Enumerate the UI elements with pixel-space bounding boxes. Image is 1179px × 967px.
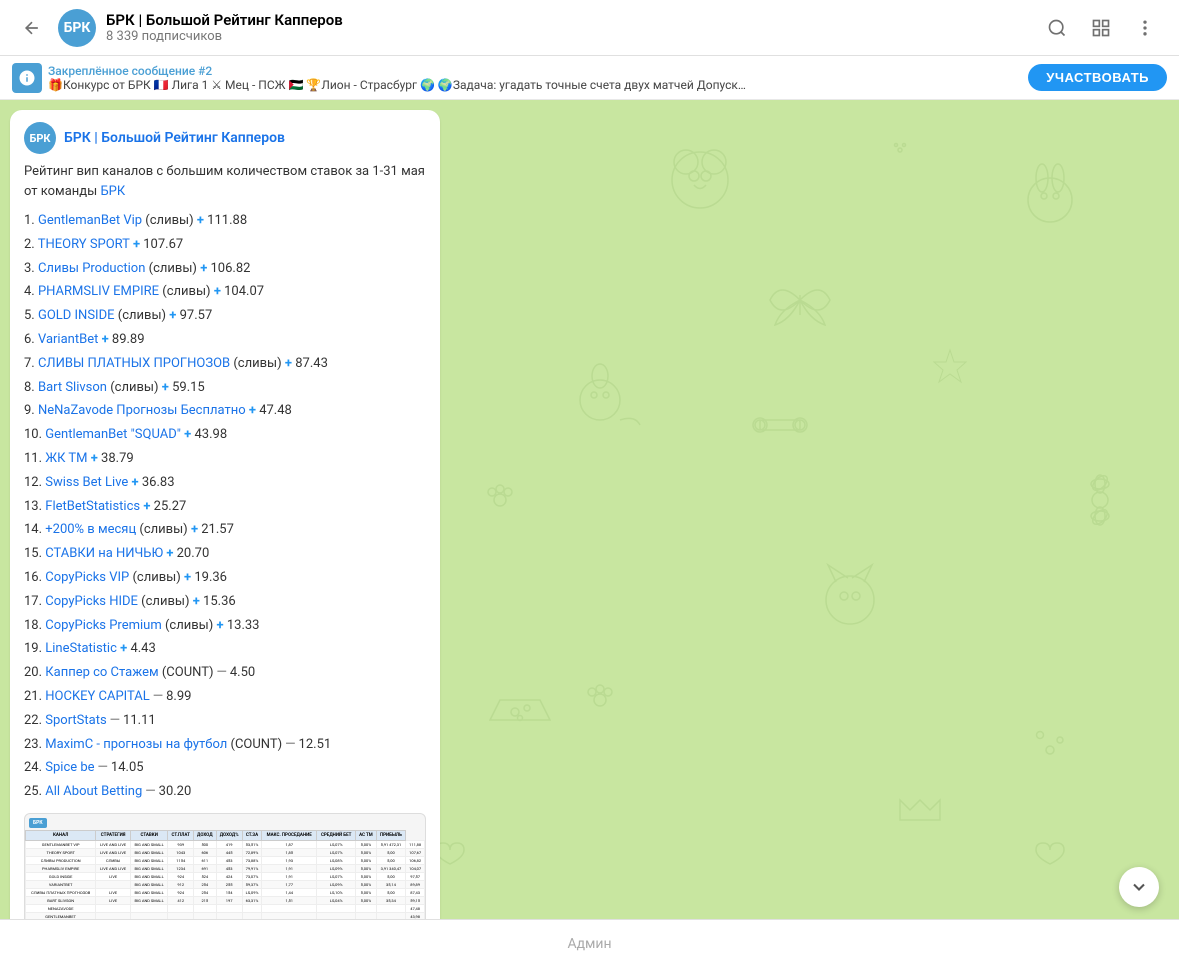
msg-channel-name: БРК | Большой Рейтинг Капперов: [64, 130, 285, 146]
list-item: 12. Swiss Bet Live + 36.83: [24, 473, 426, 494]
ranking-link[interactable]: GOLD INSIDE: [38, 308, 115, 323]
layout-button[interactable]: [1083, 10, 1119, 46]
list-item: 11. ЖК ТМ + 38.79: [24, 449, 426, 470]
ranking-link[interactable]: FletBetStatistics: [45, 499, 140, 514]
list-item: 22. SportStats — 11.11: [24, 711, 426, 732]
list-item: 9. NeNaZavode Прогнозы Бесплатно + 47.48: [24, 401, 426, 422]
ranking-link[interactable]: CopyPicks VIP: [45, 570, 129, 585]
ranking-link[interactable]: LineStatistic: [45, 641, 117, 656]
messages-area: БРК БРК | Большой Рейтинг Капперов Рейти…: [0, 100, 460, 919]
list-item: 15. СТАВКИ на НИЧЬЮ + 20.70: [24, 544, 426, 565]
pinned-icon: [12, 63, 42, 93]
ranking-link[interactable]: MaximC - прогнозы на футбол: [45, 737, 227, 752]
ranking-link[interactable]: Swiss Bet Live: [45, 475, 128, 490]
ranking-link[interactable]: HOCKEY CAPITAL: [45, 689, 150, 704]
list-item: 8. Bart Slivson (сливы) + 59.15: [24, 378, 426, 399]
list-item: 18. CopyPicks Premium (сливы) + 13.33: [24, 616, 426, 637]
pinned-text-block: Закреплённое сообщение #2 🎁Конкурс от БР…: [48, 64, 748, 92]
ranking-link[interactable]: CopyPicks Premium: [45, 618, 161, 633]
list-item: 17. CopyPicks HIDE (сливы) + 15.36: [24, 592, 426, 613]
table-image: БРК КАНАЛСТРАТЕГИЯСТАВКИСТ.ПЛАТДОХОДДОХО…: [24, 813, 426, 919]
list-item: 25. All About Betting — 30.20: [24, 782, 426, 803]
ranking-link[interactable]: СЛИВЫ ПЛАТНЫХ ПРОГНОЗОВ: [38, 356, 230, 371]
list-item: 1. GentlemanBet Vip (сливы) + 111.88: [24, 211, 426, 232]
ranking-link[interactable]: Bart Slivson: [38, 380, 107, 395]
ranking-link[interactable]: SportStats: [45, 713, 106, 728]
more-button[interactable]: [1127, 10, 1163, 46]
list-item: 6. VariantBet + 89.89: [24, 330, 426, 351]
ranking-link[interactable]: Каппер со Стажем: [45, 665, 158, 680]
ranking-link[interactable]: СТАВКИ на НИЧЬЮ: [45, 546, 163, 561]
ranking-link[interactable]: Сливы Production: [38, 261, 145, 276]
bottom-bar: Админ: [0, 919, 1179, 967]
scroll-to-bottom-button[interactable]: [1119, 867, 1159, 907]
list-item: 20. Каппер со Стажем (COUNT) — 4.50: [24, 663, 426, 684]
back-button[interactable]: [16, 12, 48, 44]
main-area: БРК БРК | Большой Рейтинг Капперов Рейти…: [0, 100, 1179, 919]
ranking-link[interactable]: THEORY SPORT: [38, 237, 130, 252]
message-card: БРК БРК | Большой Рейтинг Капперов Рейти…: [10, 110, 440, 919]
ranking-link[interactable]: CopyPicks HIDE: [45, 594, 138, 609]
admin-label: Админ: [567, 936, 611, 952]
list-item: 3. Сливы Production (сливы) + 106.82: [24, 259, 426, 280]
ranking-link[interactable]: GentlemanBet Vip: [38, 213, 142, 228]
list-item: 5. GOLD INSIDE (сливы) + 97.57: [24, 306, 426, 327]
ranking-link[interactable]: Spice be: [45, 760, 94, 775]
list-item: 24. Spice be — 14.05: [24, 758, 426, 779]
msg-header: БРК БРК | Большой Рейтинг Капперов: [24, 122, 426, 154]
ranking-link[interactable]: All About Betting: [45, 784, 142, 799]
list-item: 2. THEORY SPORT + 107.67: [24, 235, 426, 256]
header: БРК БРК | Большой Рейтинг Капперов 8 339…: [0, 0, 1179, 56]
desc-text-2: от команды: [24, 184, 97, 199]
list-item: 4. PHARMSLIV EMPIRE (сливы) + 104.07: [24, 282, 426, 303]
pinned-content: 🎁Конкурс от БРК 🇫🇷 Лига 1 ⚔ Мец - ПСЖ 🇵🇸…: [48, 78, 748, 92]
ranking-link[interactable]: GentlemanBet "SQUAD": [45, 427, 181, 442]
msg-description: Рейтинг вип каналов с большим количество…: [24, 162, 426, 201]
ranking-link[interactable]: PHARMSLIV EMPIRE: [38, 284, 159, 299]
subscriber-count: 8 339 подписчиков: [106, 29, 1039, 44]
desc-text-1: Рейтинг вип каналов с большим количество…: [24, 164, 425, 179]
table-logo: БРК: [29, 818, 47, 828]
msg-avatar: БРК: [24, 122, 56, 154]
join-button[interactable]: УЧАСТВОВАТЬ: [1028, 64, 1167, 91]
pinned-banner: Закреплённое сообщение #2 🎁Конкурс от БР…: [0, 56, 1179, 100]
channel-title: БРК | Большой Рейтинг Капперов: [106, 11, 1039, 29]
list-item: 7. СЛИВЫ ПЛАТНЫХ ПРОГНОЗОВ (сливы) + 87.…: [24, 354, 426, 375]
right-area: [460, 100, 1179, 919]
list-item: 23. MaximC - прогнозы на футбол (COUNT) …: [24, 735, 426, 756]
list-item: 16. CopyPicks VIP (сливы) + 19.36: [24, 568, 426, 589]
list-item: 14. +200% в месяц (сливы) + 21.57: [24, 520, 426, 541]
list-item: 13. FletBetStatistics + 25.27: [24, 497, 426, 518]
list-item: 19. LineStatistic + 4.43: [24, 639, 426, 660]
ranking-link[interactable]: VariantBet: [38, 332, 98, 347]
desc-link[interactable]: БРК: [100, 184, 125, 199]
list-item: 21. HOCKEY CAPITAL — 8.99: [24, 687, 426, 708]
ranking-link[interactable]: NeNaZavode Прогнозы Бесплатно: [38, 403, 246, 418]
list-item: 10. GentlemanBet "SQUAD" + 43.98: [24, 425, 426, 446]
rankings-list: 1. GentlemanBet Vip (сливы) + 111.88 2. T…: [24, 211, 426, 803]
header-actions: [1039, 10, 1163, 46]
pinned-left: Закреплённое сообщение #2 🎁Конкурс от БР…: [12, 63, 1018, 93]
header-info: БРК | Большой Рейтинг Капперов 8 339 под…: [106, 11, 1039, 44]
channel-avatar: БРК: [58, 9, 96, 47]
ranking-link[interactable]: ЖК ТМ: [45, 451, 87, 466]
pinned-label: Закреплённое сообщение #2: [48, 64, 748, 78]
ranking-link[interactable]: +200% в месяц: [45, 522, 136, 537]
search-button[interactable]: [1039, 10, 1075, 46]
